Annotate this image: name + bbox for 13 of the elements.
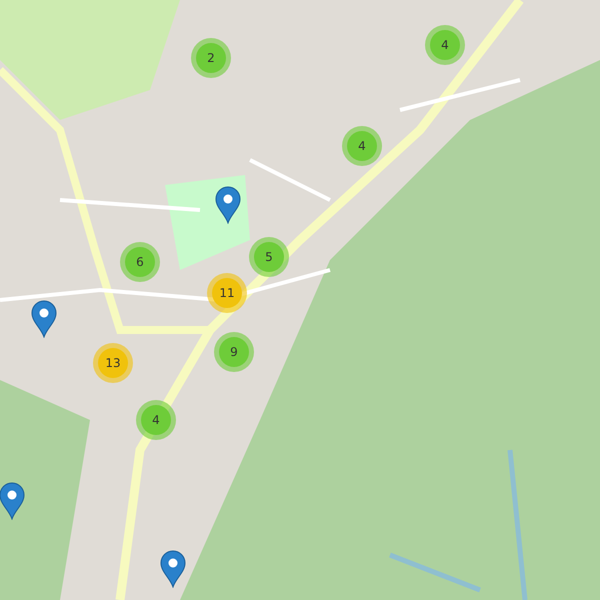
map-pin-icon[interactable] — [0, 482, 25, 520]
cluster-marker[interactable]: 4 — [342, 126, 382, 166]
cluster-marker[interactable]: 4 — [136, 400, 176, 440]
cluster-marker[interactable]: 11 — [207, 273, 247, 313]
cluster-marker[interactable]: 5 — [249, 237, 289, 277]
cluster-marker[interactable]: 4 — [425, 25, 465, 65]
cluster-marker[interactable]: 2 — [191, 38, 231, 78]
map-pin-icon[interactable] — [160, 550, 186, 588]
cluster-marker[interactable]: 6 — [120, 242, 160, 282]
cluster-marker[interactable]: 9 — [214, 332, 254, 372]
cluster-marker[interactable]: 13 — [93, 343, 133, 383]
map-pin-icon[interactable] — [215, 186, 241, 224]
map-pin-icon[interactable] — [31, 300, 57, 338]
